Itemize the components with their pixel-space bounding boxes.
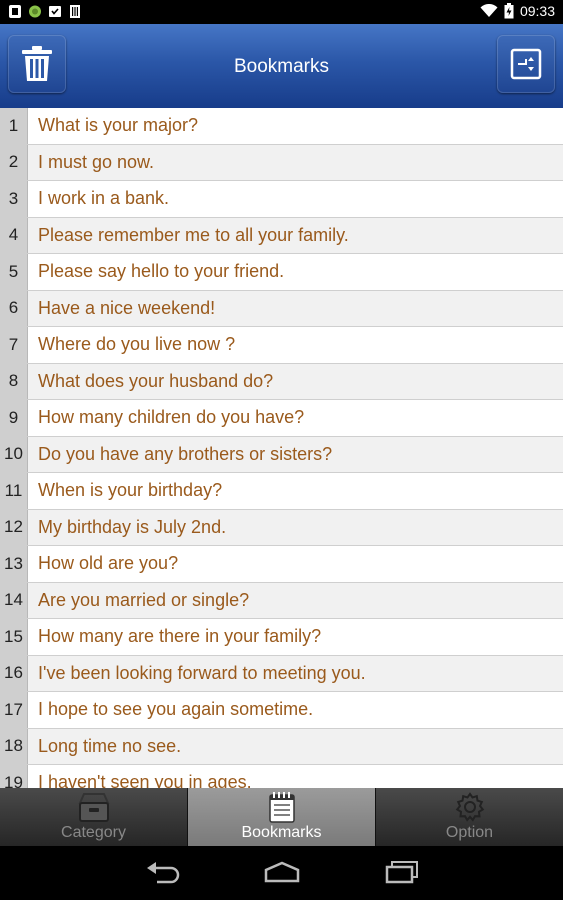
app-bar: Bookmarks — [0, 24, 563, 108]
list-item[interactable]: 5 Please say hello to your friend. — [0, 254, 563, 291]
navigation-bar — [0, 846, 563, 900]
page-title: Bookmarks — [233, 56, 330, 77]
list-item[interactable]: 18 Long time no see. — [0, 728, 563, 765]
list-item-number: 4 — [0, 217, 28, 253]
list-item[interactable]: 4 Please remember me to all your family. — [0, 217, 563, 254]
list-item-text: Are you married or single? — [38, 589, 250, 610]
back-icon[interactable] — [145, 860, 181, 884]
tab-bookmarks[interactable]: Bookmarks — [188, 788, 376, 846]
android-icon — [29, 5, 41, 18]
list-item-text: What does your husband do? — [38, 370, 274, 391]
sort-button[interactable] — [497, 35, 555, 93]
list-item[interactable]: 11 When is your birthday? — [0, 473, 563, 510]
sort-icon — [510, 48, 542, 80]
notepad-icon — [268, 792, 295, 823]
gear-icon — [455, 792, 484, 822]
list-item-number: 6 — [0, 290, 28, 326]
screenshot-icon — [9, 5, 21, 18]
tab-bookmarks-label: Bookmarks — [241, 824, 322, 841]
list-item-text: I've been looking forward to meeting you… — [38, 662, 366, 683]
list-item-number: 18 — [0, 728, 28, 764]
status-bar: 09:33 — [0, 0, 563, 24]
list-item-number: 3 — [0, 181, 28, 217]
list-item[interactable]: 3 I work in a bank. — [0, 181, 563, 218]
list-item-number: 13 — [0, 546, 28, 582]
list-item-number: 2 — [0, 144, 28, 180]
download-done-icon — [49, 6, 61, 17]
clock: 09:33 — [519, 3, 555, 19]
battery-icon — [504, 3, 514, 19]
list-item-number: 11 — [0, 473, 28, 509]
list-item-text: How many children do you have? — [38, 407, 305, 428]
list-item-text: Please say hello to your friend. — [38, 261, 285, 282]
list-item[interactable]: 12 My birthday is July 2nd. — [0, 509, 563, 546]
home-icon[interactable] — [263, 860, 301, 884]
list-item[interactable]: 17 I hope to see you again sometime. — [0, 692, 563, 729]
list-item-number: 7 — [0, 327, 28, 363]
list-item-number: 14 — [0, 582, 28, 618]
box-icon — [77, 793, 110, 822]
tab-option[interactable]: Option — [376, 788, 563, 846]
list-item[interactable]: 13 How old are you? — [0, 546, 563, 583]
wifi-icon — [480, 4, 498, 17]
list-item-number: 10 — [0, 436, 28, 472]
tab-category[interactable]: Category — [0, 788, 188, 846]
list-item-number: 12 — [0, 509, 28, 545]
list-item-text: When is your birthday? — [38, 480, 223, 501]
list-item-number: 16 — [0, 655, 28, 691]
recent-apps-icon[interactable] — [384, 860, 420, 884]
tab-option-label: Option — [445, 824, 494, 841]
list-item[interactable]: 6 Have a nice weekend! — [0, 290, 563, 327]
list-item[interactable]: 19 I haven't seen you in ages. — [0, 765, 563, 788]
list-item-text: I work in a bank. — [38, 188, 170, 209]
list-item[interactable]: 8 What does your husband do? — [0, 363, 563, 400]
list-item-text: My birthday is July 2nd. — [38, 516, 227, 537]
list-item[interactable]: 2 I must go now. — [0, 144, 563, 181]
tab-category-label: Category — [61, 824, 126, 841]
list-item-number: 19 — [0, 765, 28, 788]
list-item[interactable]: 9 How many children do you have? — [0, 400, 563, 437]
bookmark-list[interactable]: 1 What is your major? 2 I must go now. 3 I wo… — [0, 108, 563, 788]
list-item[interactable]: 1 What is your major? — [0, 108, 563, 145]
list-item-number: 17 — [0, 692, 28, 728]
list-item-number: 5 — [0, 254, 28, 290]
list-item-text: What is your major? — [38, 115, 199, 136]
list-item-number: 9 — [0, 400, 28, 436]
list-item[interactable]: 7 Where do you live now ? — [0, 327, 563, 364]
list-item-text: Where do you live now ? — [38, 334, 236, 355]
list-item[interactable]: 15 How many are there in your family? — [0, 619, 563, 656]
notification-icons — [8, 4, 82, 19]
list-item-number: 8 — [0, 363, 28, 399]
list-item-text: I hope to see you again sometime. — [38, 699, 314, 720]
list-item-text: Please remember me to all your family. — [38, 224, 349, 245]
list-item-text: How many are there in your family? — [38, 626, 322, 647]
list-item-text: I must go now. — [38, 151, 155, 172]
list-item[interactable]: 10 Do you have any brothers or sisters? — [0, 436, 563, 473]
list-item-number: 1 — [0, 108, 28, 144]
list-item-number: 15 — [0, 619, 28, 655]
list-item-text: Do you have any brothers or sisters? — [38, 443, 333, 464]
tab-bar: Category Bookmarks Option — [0, 788, 563, 846]
list-item-text: Long time no see. — [38, 735, 182, 756]
system-indicators: 09:33 — [480, 3, 555, 19]
list-item[interactable]: 16 I've been looking forward to meeting y… — [0, 655, 563, 692]
sd-card-icon — [70, 5, 80, 18]
list-item-text: How old are you? — [38, 553, 179, 574]
list-item-text: Have a nice weekend! — [38, 297, 216, 318]
list-item-text: I haven't seen you in ages. — [38, 772, 252, 788]
list-item[interactable]: 14 Are you married or single? — [0, 582, 563, 619]
